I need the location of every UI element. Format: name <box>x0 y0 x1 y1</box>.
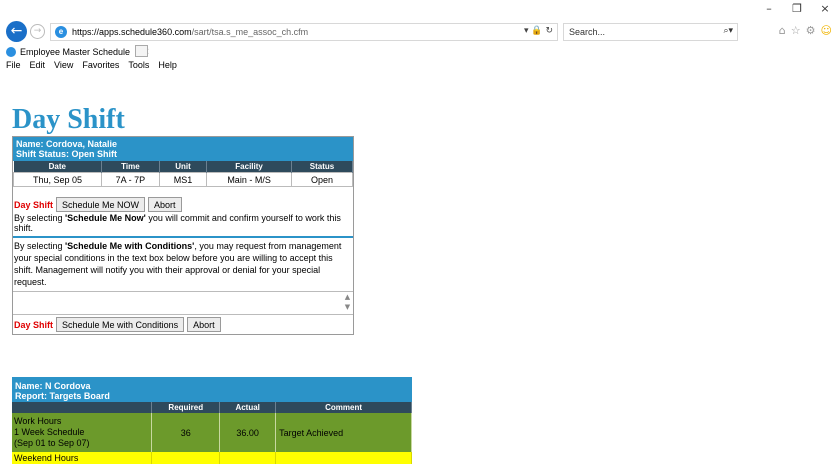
targets-panel-header: Name: N Cordova Report: Targets Board <box>12 377 412 402</box>
tab-strip: Employee Master Schedule × <box>0 44 836 60</box>
window-controls: – ❐ × <box>762 2 832 15</box>
cell-unit: MS1 <box>158 172 208 187</box>
commit-prefix: By selecting <box>14 213 66 223</box>
site-icon: e <box>55 26 67 38</box>
column-header-unit: Unit <box>159 161 208 173</box>
cell-status: Open <box>290 172 354 187</box>
search-placeholder: Search... <box>569 27 606 37</box>
conditions-instructions: By selecting 'Schedule Me with Condition… <box>13 238 353 292</box>
abort-conditions-button[interactable]: Abort <box>187 317 221 332</box>
employee-name: Name: Cordova, Natalie <box>16 139 118 149</box>
search-input[interactable]: Search... ⌕▾ <box>563 23 738 41</box>
shift-status: Shift Status: Open Shift <box>16 149 117 159</box>
shift-table-header: Date Time Unit Facility Status <box>13 161 354 173</box>
url-path: /sart/tsa.s_me_assoc_ch.cfm <box>191 27 309 37</box>
shift-table: Date Time Unit Facility Status Thu, Sep … <box>12 161 354 187</box>
search-icon[interactable]: ⌕▾ <box>723 26 733 36</box>
menu-tools[interactable]: Tools <box>128 60 149 72</box>
back-arrow-icon[interactable]: ← <box>6 21 27 42</box>
weekend-hours-label: Weekend Hours <box>12 452 153 464</box>
menu-view[interactable]: View <box>54 60 73 72</box>
cell-date: Thu, Sep 05 <box>12 172 103 187</box>
menu-edit[interactable]: Edit <box>30 60 46 72</box>
column-header-time: Time <box>101 161 160 173</box>
targets-employee-name: Name: N Cordova <box>15 381 91 391</box>
tab-site-icon <box>6 46 16 57</box>
targets-table-header: Required Actual Comment <box>12 402 412 413</box>
toolbar-icons: ⌂ ☆ ⚙ ☺ <box>779 24 832 37</box>
weekend-required <box>151 452 221 464</box>
url-host: https://apps.schedule360.com <box>72 27 192 37</box>
schedule-conditions-row: Day Shift Schedule Me with Conditions Ab… <box>13 315 353 334</box>
cell-time: 7A - 7P <box>101 172 160 187</box>
weekend-comment <box>275 452 412 464</box>
abort-button[interactable]: Abort <box>148 197 182 212</box>
schedule-with-conditions-button[interactable]: Schedule Me with Conditions <box>56 317 185 332</box>
work-hours-schedule: 1 Week Schedule <box>14 427 85 437</box>
url-text: https://apps.schedule360.com/sart/tsa.s_… <box>72 27 308 37</box>
column-header-status: Status <box>291 161 354 173</box>
tab-title: Employee Master Schedule <box>20 46 131 57</box>
menu-file[interactable]: File <box>6 60 21 72</box>
menu-favorites[interactable]: Favorites <box>82 60 119 72</box>
column-header-required: Required <box>151 402 221 413</box>
table-row: Weekend Hours <box>12 452 412 464</box>
tab-employee-master-schedule[interactable]: Employee Master Schedule × <box>6 44 150 59</box>
settings-gear-icon[interactable]: ⚙ <box>806 24 816 37</box>
address-bar[interactable]: e https://apps.schedule360.com/sart/tsa.… <box>50 23 558 41</box>
column-header-date: Date <box>13 161 103 173</box>
schedule-now-row: Day Shift Schedule Me NOW Abort <box>13 194 353 213</box>
report-title: Report: Targets Board <box>15 391 110 401</box>
conditions-bold: 'Schedule Me with Conditions' <box>65 241 195 251</box>
menu-bar: File Edit View Favorites Tools Help <box>0 60 836 72</box>
work-hours-title: Work Hours <box>14 416 62 426</box>
column-header-comment: Comment <box>275 402 412 413</box>
forward-arrow-icon[interactable]: → <box>30 24 45 39</box>
table-row: Work Hours 1 Week Schedule (Sep 01 to Se… <box>12 413 412 452</box>
column-header-blank <box>12 402 153 413</box>
work-hours-required: 36 <box>151 413 221 452</box>
lock-refresh-icons[interactable]: ▾ 🔒 ↻ <box>524 26 553 36</box>
shift-label-conditions: Day Shift <box>14 319 54 330</box>
work-hours-comment: Target Achieved <box>275 413 412 452</box>
close-window-button[interactable]: × <box>818 2 832 15</box>
new-tab-button[interactable] <box>135 45 148 57</box>
work-hours-label: Work Hours 1 Week Schedule (Sep 01 to Se… <box>12 413 153 452</box>
navigation-bar: ← → e https://apps.schedule360.com/sart/… <box>0 21 836 42</box>
conditions-prefix: By selecting <box>14 241 66 251</box>
weekend-actual <box>219 452 277 464</box>
special-request-textarea[interactable]: ▲ ▼ <box>13 292 353 315</box>
restore-button[interactable]: ❐ <box>790 2 804 15</box>
shift-label: Day Shift <box>14 199 54 210</box>
commit-bold: 'Schedule Me Now' <box>65 213 146 223</box>
textarea-scrollbar[interactable]: ▲ ▼ <box>342 292 353 314</box>
cell-facility: Main - M/S <box>206 172 292 187</box>
schedule-me-now-button[interactable]: Schedule Me NOW <box>56 197 146 212</box>
targets-panel: Name: N Cordova Report: Targets Board Re… <box>12 377 412 464</box>
feedback-smiley-icon[interactable]: ☺ <box>821 24 832 37</box>
menu-help[interactable]: Help <box>158 60 177 72</box>
work-hours-actual: 36.00 <box>219 413 277 452</box>
column-header-facility: Facility <box>206 161 292 173</box>
column-header-actual: Actual <box>219 402 277 413</box>
shift-panel: Name: Cordova, Natalie Shift Status: Ope… <box>12 136 354 335</box>
table-row: Thu, Sep 05 7A - 7P MS1 Main - M/S Open <box>12 172 354 187</box>
minimize-button[interactable]: – <box>762 2 776 15</box>
home-icon[interactable]: ⌂ <box>779 24 786 37</box>
favorites-star-icon[interactable]: ☆ <box>791 24 801 37</box>
page-title: Day Shift <box>12 104 125 135</box>
window-frame <box>0 0 836 9</box>
shift-panel-header: Name: Cordova, Natalie Shift Status: Ope… <box>13 137 353 161</box>
work-hours-range: (Sep 01 to Sep 07) <box>14 438 90 448</box>
commit-instructions: By selecting 'Schedule Me Now' you will … <box>13 213 353 236</box>
targets-table: Required Actual Comment Work Hours 1 Wee… <box>12 402 412 464</box>
